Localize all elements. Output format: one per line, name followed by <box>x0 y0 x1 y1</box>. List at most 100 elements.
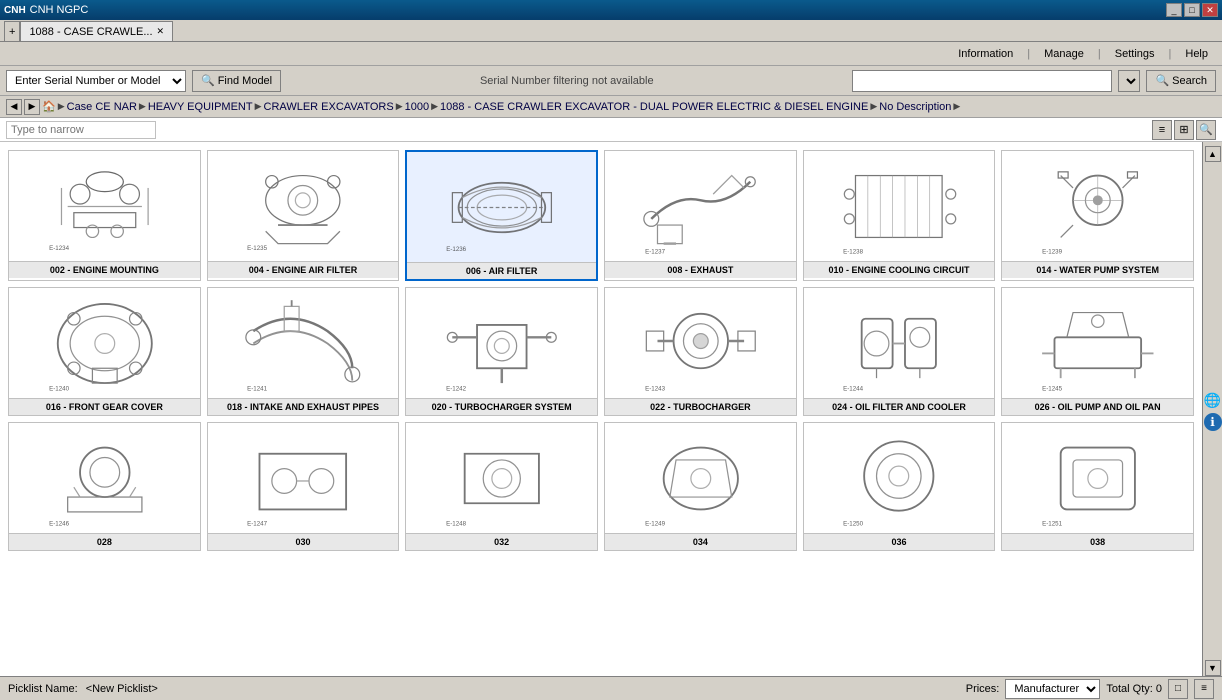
svg-text:E-1250: E-1250 <box>843 520 863 527</box>
forward-btn[interactable]: ▶ <box>24 99 40 115</box>
part-card-018[interactable]: E-1241 018 - INTAKE AND EXHAUST PIPES <box>207 287 400 416</box>
serial-status: Serial Number filtering not available <box>287 75 846 87</box>
list-view-btn[interactable]: ≡ <box>1152 120 1172 140</box>
svg-text:E-1237: E-1237 <box>645 248 665 255</box>
status-right: Prices: Manufacturer Total Qty: 0 □ ≡ <box>966 679 1214 699</box>
part-label-004: 004 - ENGINE AIR FILTER <box>208 261 399 278</box>
part-image-036: E-1250 <box>804 423 995 533</box>
part-card-014[interactable]: E-1239 014 - WATER PUMP SYSTEM <box>1001 150 1194 281</box>
part-card-002[interactable]: E-1234 002 - ENGINE MOUNTING <box>8 150 201 281</box>
right-sidebar: ▲ 🌐 ℹ ▼ <box>1202 142 1222 676</box>
search-btn[interactable]: 🔍 Search <box>1146 70 1216 92</box>
part-card-016[interactable]: E-1240 016 - FRONT GEAR COVER <box>8 287 201 416</box>
part-card-038[interactable]: E-1251 038 <box>1001 422 1194 551</box>
part-card-034[interactable]: E-1249 034 <box>604 422 797 551</box>
globe-icon[interactable]: 🌐 <box>1204 391 1222 409</box>
parts-grid-container[interactable]: E-1234 002 - ENGINE MOUNTING E-1235 004 … <box>0 142 1202 676</box>
svg-text:E-1240: E-1240 <box>49 385 69 392</box>
close-btn[interactable]: ✕ <box>1202 3 1218 17</box>
svg-text:E-1251: E-1251 <box>1042 520 1062 527</box>
main-content: E-1234 002 - ENGINE MOUNTING E-1235 004 … <box>0 142 1222 676</box>
breadcrumb-no-description[interactable]: No Description <box>879 101 951 113</box>
part-image-026: E-1245 <box>1002 288 1193 398</box>
scroll-up-btn[interactable]: ▲ <box>1205 146 1221 162</box>
filter-bar: ≡ ⊞ 🔍 <box>0 118 1222 142</box>
part-label-026: 026 - OIL PUMP AND OIL PAN <box>1002 398 1193 415</box>
part-label-024: 024 - OIL FILTER AND COOLER <box>804 398 995 415</box>
breadcrumb-model[interactable]: 1088 - CASE CRAWLER EXCAVATOR - DUAL POW… <box>440 101 868 113</box>
breadcrumb-crawler-excavators[interactable]: CRAWLER EXCAVATORS <box>264 101 394 113</box>
breadcrumb-heavy-equipment[interactable]: HEAVY EQUIPMENT <box>148 101 253 113</box>
search-dropdown[interactable] <box>1118 70 1140 92</box>
part-card-024[interactable]: E-1244 024 - OIL FILTER AND COOLER <box>803 287 996 416</box>
part-card-026[interactable]: E-1245 026 - OIL PUMP AND OIL PAN <box>1001 287 1194 416</box>
breadcrumb-case-ce-nar[interactable]: Case CE NAR <box>67 101 137 113</box>
main-tab[interactable]: 1088 - CASE CRAWLE... ✕ <box>20 21 173 41</box>
part-label-020: 020 - TURBOCHARGER SYSTEM <box>406 398 597 415</box>
info-icon[interactable]: ℹ <box>1204 413 1222 431</box>
part-label-022: 022 - TURBOCHARGER <box>605 398 796 415</box>
title-bar-left: CNH CNH NGPC <box>4 4 88 16</box>
part-card-028[interactable]: E-1246 028 <box>8 422 201 551</box>
sep-2: | <box>1098 48 1101 60</box>
svg-text:E-1243: E-1243 <box>645 385 665 392</box>
picklist-label: Picklist Name: <box>8 683 78 695</box>
breadcrumb: ◀ ▶ 🏠 ▶ Case CE NAR ▶ HEAVY EQUIPMENT ▶ … <box>0 96 1222 118</box>
status-btn-2[interactable]: ≡ <box>1194 679 1214 699</box>
menu-help[interactable]: Help <box>1179 46 1214 62</box>
tab-close-btn[interactable]: ✕ <box>157 26 165 37</box>
search-icon: 🔍 <box>1155 74 1169 87</box>
part-label-034: 034 <box>605 533 796 550</box>
svg-text:E-1245: E-1245 <box>1042 385 1062 392</box>
home-icon[interactable]: 🏠 <box>42 100 56 113</box>
breadcrumb-1000[interactable]: 1000 <box>405 101 429 113</box>
bc-arrow-3: ▶ <box>396 101 403 112</box>
part-image-032: E-1248 <box>406 423 597 533</box>
part-card-030[interactable]: E-1247 030 <box>207 422 400 551</box>
part-card-008[interactable]: E-1237 008 - EXHAUST <box>604 150 797 281</box>
part-image-030: E-1247 <box>208 423 399 533</box>
prices-select[interactable]: Manufacturer <box>1005 679 1100 699</box>
sep-1: | <box>1027 48 1030 60</box>
filter-input[interactable] <box>6 121 156 139</box>
part-image-024: E-1244 <box>804 288 995 398</box>
part-card-020[interactable]: E-1242 020 - TURBOCHARGER SYSTEM <box>405 287 598 416</box>
total-qty: Total Qty: 0 <box>1106 683 1162 695</box>
title-bar: CNH CNH NGPC _ □ ✕ <box>0 0 1222 20</box>
part-label-038: 038 <box>1002 533 1193 550</box>
part-card-006[interactable]: E-1236 006 - AIR FILTER <box>405 150 598 281</box>
svg-text:E-1244: E-1244 <box>843 385 863 392</box>
parts-grid: E-1234 002 - ENGINE MOUNTING E-1235 004 … <box>8 150 1194 551</box>
part-card-036[interactable]: E-1250 036 <box>803 422 996 551</box>
minimize-btn[interactable]: _ <box>1166 3 1182 17</box>
part-card-004[interactable]: E-1235 004 - ENGINE AIR FILTER <box>207 150 400 281</box>
scroll-down-btn[interactable]: ▼ <box>1205 660 1221 676</box>
menu-settings[interactable]: Settings <box>1109 46 1161 62</box>
bc-arrow-1: ▶ <box>139 101 146 112</box>
part-card-010[interactable]: E-1238 010 - ENGINE COOLING CIRCUIT <box>803 150 996 281</box>
part-image-014: E-1239 <box>1002 151 1193 261</box>
svg-text:E-1242: E-1242 <box>446 385 466 392</box>
zoom-btn[interactable]: 🔍 <box>1196 120 1216 140</box>
status-btn-1[interactable]: □ <box>1168 679 1188 699</box>
back-btn[interactable]: ◀ <box>6 99 22 115</box>
part-image-010: E-1238 <box>804 151 995 261</box>
svg-text:E-1236: E-1236 <box>446 245 466 252</box>
serial-model-select[interactable]: Enter Serial Number or Model <box>6 70 186 92</box>
part-card-032[interactable]: E-1248 032 <box>405 422 598 551</box>
maximize-btn[interactable]: □ <box>1184 3 1200 17</box>
new-tab-btn[interactable]: + <box>4 21 20 41</box>
find-model-btn[interactable]: 🔍 Find Model <box>192 70 281 92</box>
app-logo: CNH <box>4 5 26 16</box>
part-label-006: 006 - AIR FILTER <box>407 262 596 279</box>
app-title: CNH NGPC <box>30 4 89 16</box>
menu-manage[interactable]: Manage <box>1038 46 1090 62</box>
part-label-028: 028 <box>9 533 200 550</box>
menu-bar: Information | Manage | Settings | Help <box>0 42 1222 66</box>
part-label-032: 032 <box>406 533 597 550</box>
global-search-input[interactable] <box>852 70 1112 92</box>
grid-view-btn[interactable]: ⊞ <box>1174 120 1194 140</box>
part-card-022[interactable]: E-1243 022 - TURBOCHARGER <box>604 287 797 416</box>
svg-text:E-1249: E-1249 <box>645 520 665 527</box>
menu-information[interactable]: Information <box>952 46 1019 62</box>
